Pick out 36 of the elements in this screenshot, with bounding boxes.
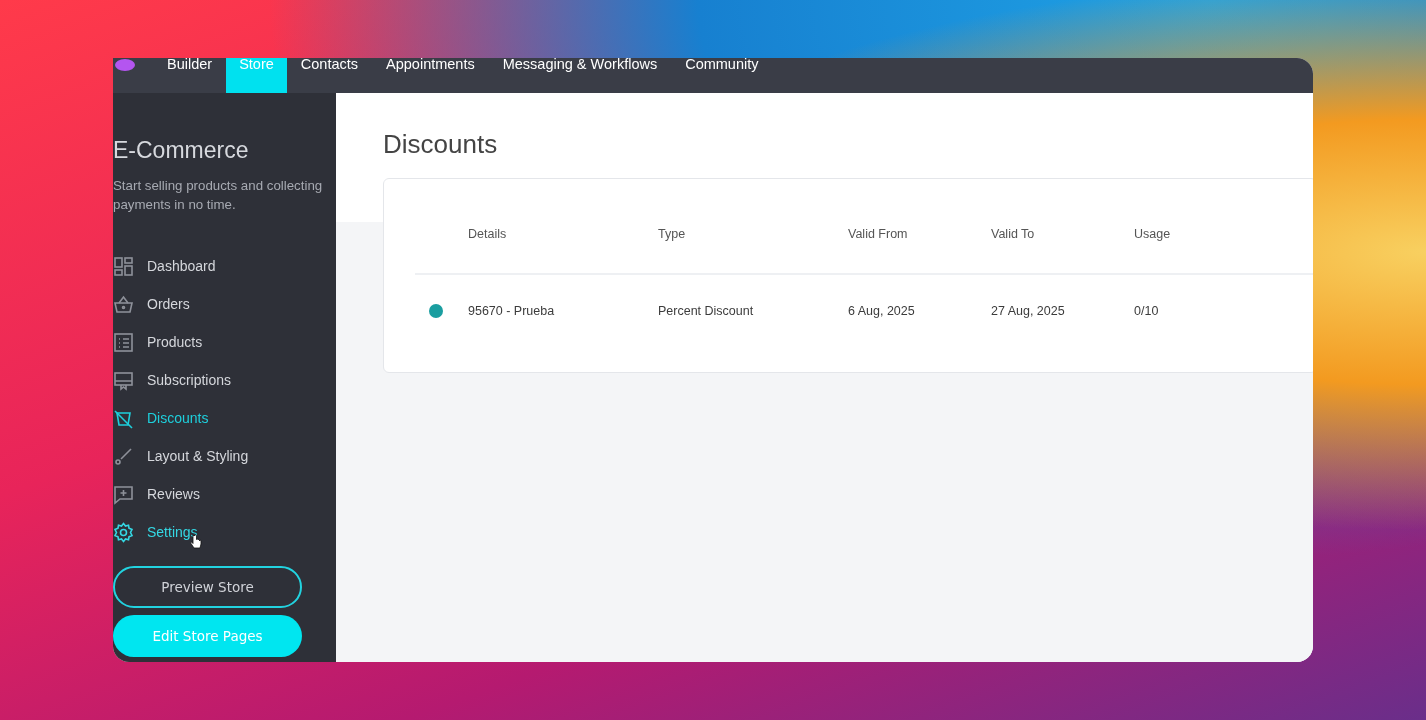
table-cell-text: 27 Aug, 2025 [991, 304, 1066, 318]
review-icon [113, 483, 134, 505]
nav-tab[interactable]: Messaging & Workflows [488, 58, 672, 93]
sidebar-menu-item[interactable]: Subscriptions [113, 361, 238, 399]
sidebar-menu-item[interactable]: Layout & Styling [113, 437, 255, 475]
grid-icon [113, 255, 134, 277]
sidebar-menu-item[interactable]: Settings [113, 513, 204, 551]
table-cell-text: 0/10 [1134, 304, 1160, 318]
column-header: Valid To [991, 227, 1036, 241]
basket-icon [113, 293, 134, 315]
column-header: Valid From [848, 227, 909, 241]
table-cell-text: 6 Aug, 2025 [848, 304, 916, 318]
logo-icon [113, 58, 135, 72]
column-header: Details [468, 227, 508, 241]
preview-button[interactable]: Preview Store [113, 566, 302, 608]
sidebar-menu-item[interactable]: Products [113, 323, 209, 361]
page-title: Discounts [382, 128, 499, 160]
brush-icon [113, 445, 134, 467]
column-header: Type [658, 227, 687, 241]
nav-tab[interactable]: Community [671, 58, 773, 93]
sidebar-title: E-Commerce [113, 137, 250, 164]
nav-tab[interactable]: Appointments [372, 58, 489, 93]
card-icon [113, 369, 134, 391]
sidebar-description: Start selling products and collecting payments in no time. [113, 177, 323, 214]
list-icon [113, 331, 134, 353]
column-header: Usage [1134, 227, 1172, 241]
table-cell-text: 95670 - Prueba [468, 304, 556, 318]
tag-off-icon [113, 407, 134, 429]
sidebar-menu-item[interactable]: Orders [113, 285, 196, 323]
sidebar-menu-item[interactable]: Dashboard [113, 247, 222, 285]
sidebar-menu-item[interactable]: Discounts [113, 399, 215, 437]
nav-tab[interactable]: Builder [153, 58, 227, 93]
sidebar-menu-item[interactable]: Reviews [113, 475, 206, 513]
nav-tab[interactable]: Contacts [286, 58, 373, 93]
table-cell-text: Percent Discount [658, 304, 755, 318]
settings-icon [113, 521, 134, 543]
